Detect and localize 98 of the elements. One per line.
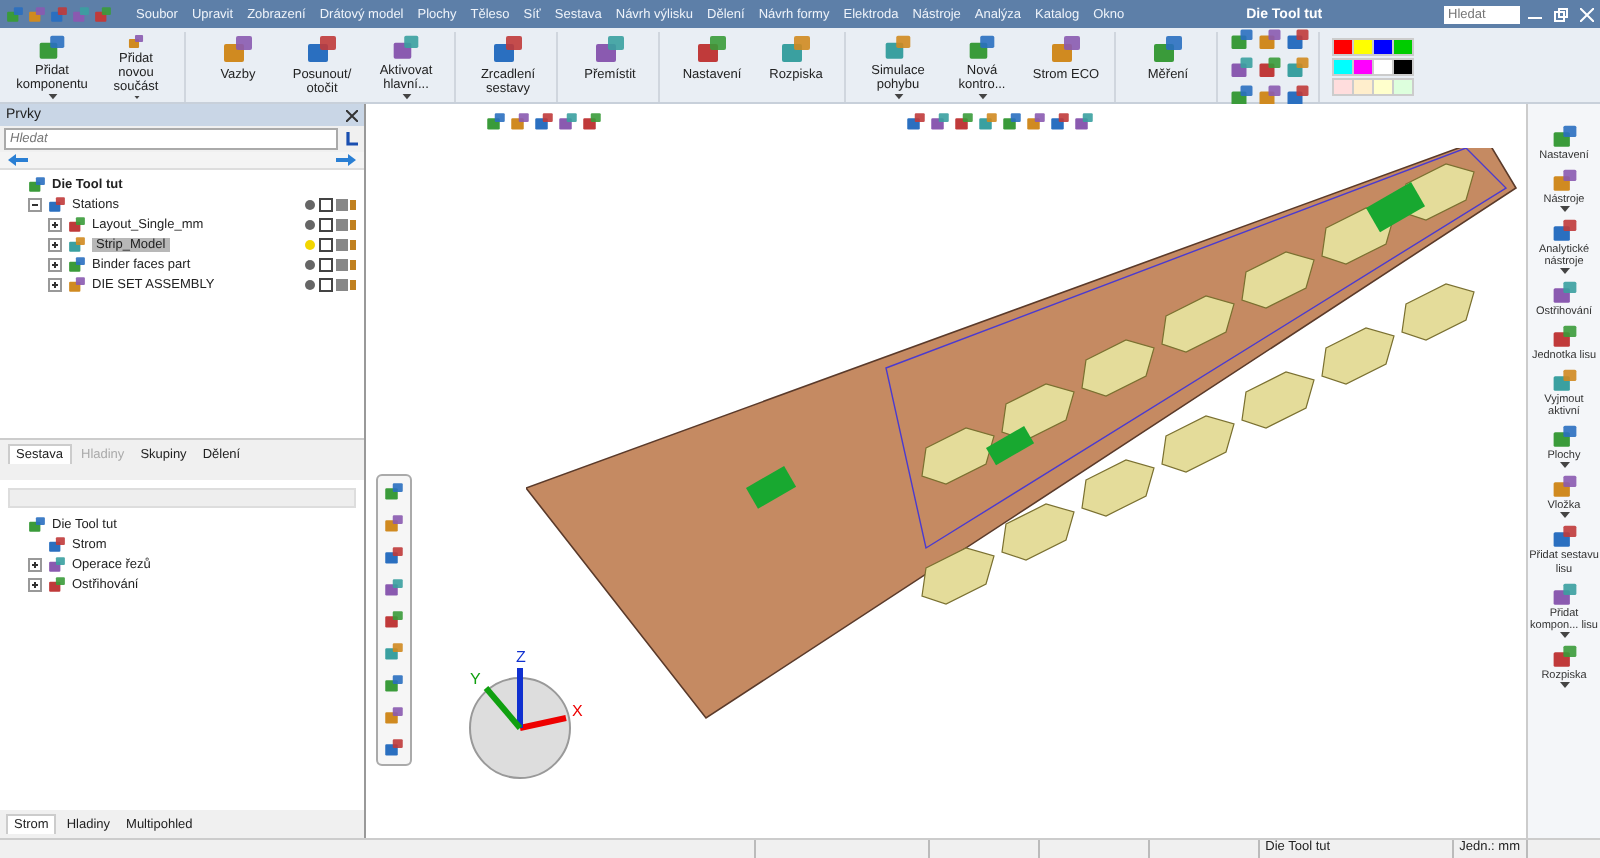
caret-icon bbox=[1559, 681, 1569, 688]
tool-icon bbox=[1551, 524, 1577, 551]
expand-toggle[interactable] bbox=[48, 277, 62, 291]
tool-icon bbox=[48, 555, 66, 573]
tool-icon bbox=[978, 112, 998, 132]
tool-icon bbox=[1286, 55, 1310, 79]
tool-icon bbox=[94, 5, 112, 23]
tool-icon bbox=[906, 112, 926, 132]
status-icons bbox=[304, 237, 356, 251]
back-arrow-icon[interactable] bbox=[8, 154, 28, 166]
tool-icon bbox=[384, 738, 404, 758]
tool-icon bbox=[384, 514, 404, 534]
tool-icon bbox=[68, 235, 86, 253]
tool-icon bbox=[384, 578, 404, 598]
tool-icon bbox=[1152, 34, 1184, 66]
tool-icon bbox=[1551, 124, 1577, 150]
tool-icon bbox=[1074, 112, 1094, 132]
tool-icon bbox=[1258, 27, 1282, 51]
expand-toggle[interactable] bbox=[48, 217, 62, 231]
tool-icon bbox=[1230, 27, 1254, 51]
caret-icon bbox=[1559, 206, 1569, 213]
tool-icon bbox=[1551, 643, 1577, 670]
tool-icon bbox=[1551, 581, 1577, 608]
tool-icon bbox=[780, 34, 812, 66]
tool-icon bbox=[28, 5, 46, 23]
status-icons bbox=[304, 277, 356, 291]
tool-icon bbox=[50, 5, 68, 23]
tool-icon bbox=[1551, 424, 1577, 451]
tool-icon bbox=[48, 575, 66, 593]
tool-icon bbox=[68, 215, 86, 233]
expand-toggle[interactable] bbox=[28, 557, 42, 571]
tool-icon bbox=[306, 34, 338, 66]
caret-icon bbox=[1559, 631, 1569, 638]
tool-icon bbox=[72, 5, 90, 23]
tool-icon bbox=[696, 34, 728, 66]
tool-icon bbox=[390, 34, 422, 63]
tool-icon bbox=[384, 674, 404, 694]
tool-icon bbox=[1230, 83, 1254, 107]
tool-icon bbox=[1258, 83, 1282, 107]
tool-icon bbox=[1026, 112, 1046, 132]
tool-icon bbox=[1230, 55, 1254, 79]
tool-icon bbox=[6, 5, 24, 23]
tool-icon bbox=[1258, 55, 1282, 79]
expand-toggle[interactable] bbox=[48, 237, 62, 251]
tool-icon bbox=[1551, 218, 1577, 245]
tool-icon bbox=[384, 706, 404, 726]
status-icons bbox=[304, 217, 356, 231]
status-icons bbox=[304, 197, 356, 211]
restore-icon[interactable] bbox=[1554, 7, 1568, 21]
tool-icon bbox=[36, 34, 68, 63]
tool-icon bbox=[1050, 112, 1070, 132]
collapse-toggle[interactable] bbox=[28, 197, 42, 211]
tool-icon bbox=[28, 175, 46, 193]
tool-icon bbox=[1551, 474, 1577, 501]
tool-icon bbox=[48, 535, 66, 553]
tool-icon bbox=[492, 34, 524, 66]
tool-icon bbox=[222, 34, 254, 66]
tool-icon bbox=[930, 112, 950, 132]
tool-icon bbox=[558, 112, 578, 132]
caret-icon bbox=[1559, 512, 1569, 519]
tool-icon bbox=[486, 112, 506, 132]
tool-icon bbox=[510, 112, 530, 132]
expand-toggle[interactable] bbox=[28, 577, 42, 591]
caret-icon bbox=[1559, 268, 1569, 275]
tool-icon bbox=[1286, 27, 1310, 51]
tool-icon bbox=[68, 275, 86, 293]
tool-icon bbox=[1002, 112, 1022, 132]
tool-icon bbox=[882, 34, 914, 63]
tool-icon bbox=[384, 610, 404, 630]
tool-icon bbox=[1050, 34, 1082, 66]
tool-icon bbox=[1286, 83, 1310, 107]
status-icons bbox=[304, 257, 356, 271]
close-icon[interactable] bbox=[346, 109, 358, 121]
tool-icon bbox=[384, 482, 404, 502]
tool-icon bbox=[534, 112, 554, 132]
filter-icon[interactable] bbox=[344, 131, 360, 147]
caret-icon bbox=[401, 94, 411, 100]
tool-icon bbox=[582, 112, 602, 132]
caret-icon bbox=[977, 94, 987, 100]
tool-icon bbox=[1551, 168, 1577, 195]
tool-icon bbox=[48, 195, 66, 213]
caret-icon bbox=[1559, 462, 1569, 469]
expand-toggle[interactable] bbox=[48, 257, 62, 271]
tool-icon bbox=[1551, 368, 1577, 395]
tool-icon bbox=[594, 34, 626, 66]
tool-icon bbox=[28, 515, 46, 533]
tool-icon bbox=[966, 34, 998, 63]
forward-arrow-icon[interactable] bbox=[336, 154, 356, 166]
caret-icon bbox=[131, 96, 141, 100]
viewport[interactable]: X Y Z bbox=[366, 104, 1526, 838]
caret-icon bbox=[893, 94, 903, 100]
tool-icon bbox=[384, 642, 404, 662]
tool-icon bbox=[1551, 280, 1577, 307]
tool-icon bbox=[68, 255, 86, 273]
tool-icon bbox=[954, 112, 974, 132]
tool-icon bbox=[384, 546, 404, 566]
tool-icon bbox=[1551, 324, 1577, 351]
caret-icon bbox=[47, 94, 57, 100]
